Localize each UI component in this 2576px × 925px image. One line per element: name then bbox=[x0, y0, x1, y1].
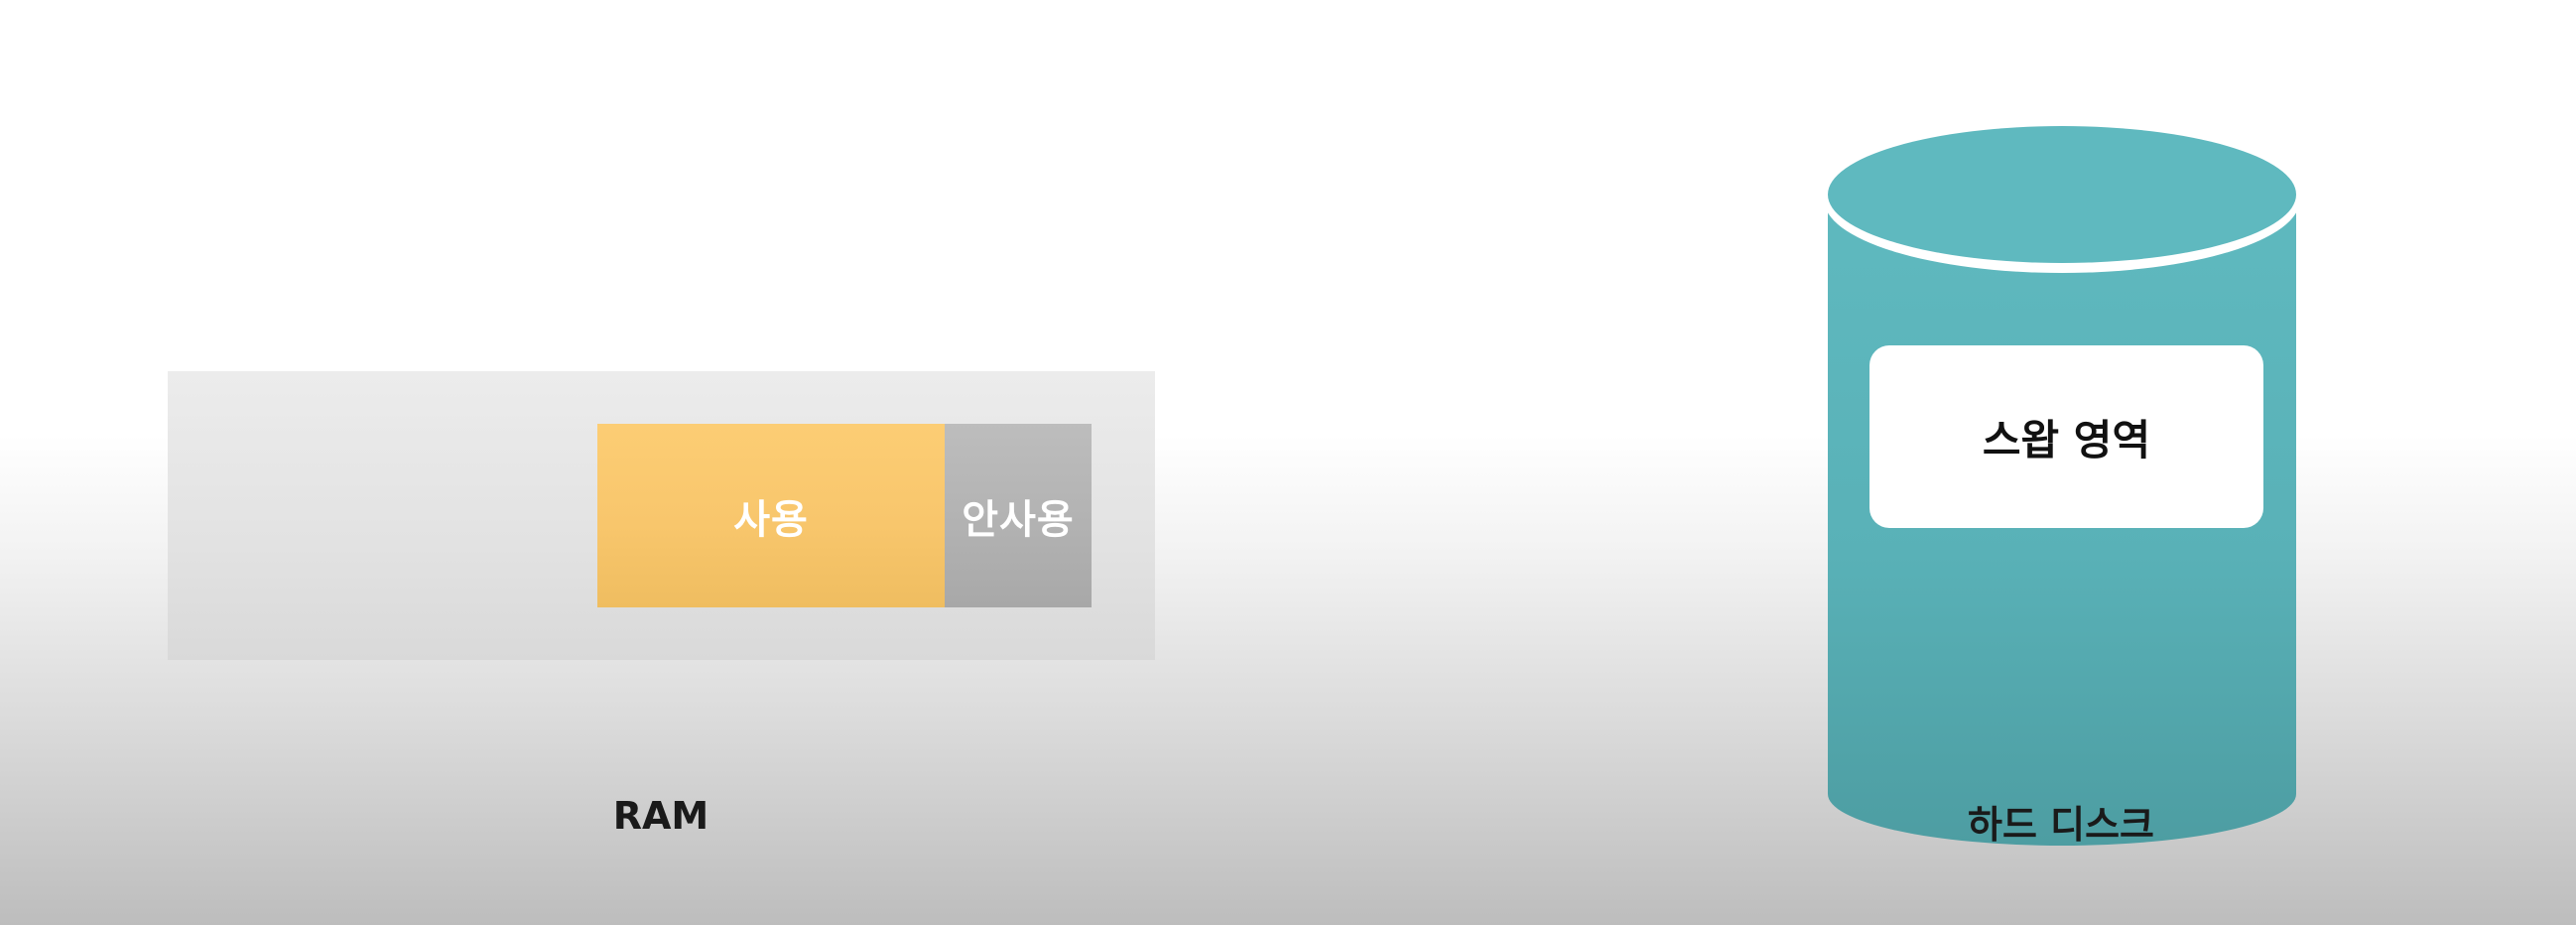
ram-used-segment: 사용 bbox=[597, 424, 945, 607]
ram-used-label: 사용 bbox=[733, 496, 809, 543]
hard-disk-cylinder-top bbox=[1828, 126, 2296, 263]
ram-unused-label: 안사용 bbox=[962, 496, 1075, 543]
swap-area-box: 스왑 영역 bbox=[1869, 345, 2263, 528]
hard-disk-caption: 하드 디스크 bbox=[1967, 803, 2155, 847]
swap-area-label: 스왑 영역 bbox=[1982, 415, 2151, 464]
ram-unused-segment: 안사용 bbox=[945, 424, 1092, 607]
ram-caption: RAM bbox=[612, 794, 709, 838]
